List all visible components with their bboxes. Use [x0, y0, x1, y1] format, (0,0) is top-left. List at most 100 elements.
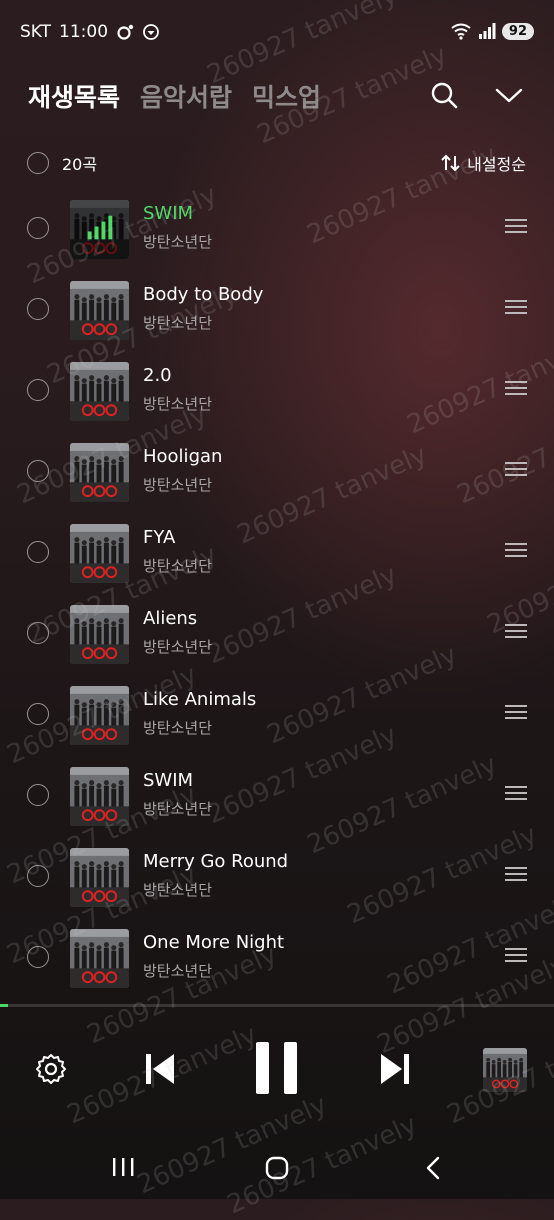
track-title: Aliens	[143, 608, 198, 629]
album-art	[70, 200, 129, 259]
album-art-image	[70, 362, 129, 421]
now-playing-album-art[interactable]	[483, 1048, 527, 1092]
drag-handle-icon[interactable]	[505, 622, 527, 640]
drag-handle-icon[interactable]	[505, 217, 527, 235]
track-row[interactable]: SWIM 방탄소년단	[0, 188, 554, 269]
track-row[interactable]: FYA 방탄소년단	[0, 512, 554, 593]
track-artist: 방탄소년단	[143, 638, 213, 656]
drag-handle-icon[interactable]	[505, 865, 527, 883]
album-art-image	[70, 443, 129, 502]
system-nav-bar	[0, 1140, 554, 1195]
track-row[interactable]: Aliens 방탄소년단	[0, 593, 554, 674]
album-art	[70, 686, 129, 745]
track-title: FYA	[143, 527, 176, 548]
track-title: Merry Go Round	[143, 851, 289, 872]
track-select-checkbox[interactable]	[27, 865, 49, 887]
notification-icon-2	[143, 24, 159, 40]
sort-button[interactable]: 내설정순	[441, 151, 526, 175]
track-row[interactable]: Body to Body 방탄소년단	[0, 269, 554, 350]
track-select-checkbox[interactable]	[27, 298, 49, 320]
album-art	[70, 767, 129, 826]
album-art	[70, 443, 129, 502]
tab-bar: 재생목록 음악서랍 믹스업	[28, 78, 321, 114]
track-title: Body to Body	[143, 284, 264, 305]
track-artist: 방탄소년단	[143, 962, 213, 980]
home-icon[interactable]	[264, 1155, 290, 1181]
album-art-image	[483, 1048, 527, 1092]
back-icon[interactable]	[422, 1155, 444, 1181]
album-art-image	[70, 848, 129, 907]
track-title: 2.0	[143, 365, 172, 386]
clock: 11:00	[59, 22, 109, 42]
drag-handle-icon[interactable]	[505, 298, 527, 316]
tab-mixup[interactable]: 믹스업	[252, 78, 321, 114]
drag-handle-icon[interactable]	[505, 541, 527, 559]
track-title: SWIM	[143, 770, 194, 791]
sort-label: 내설정순	[467, 155, 526, 174]
track-select-checkbox[interactable]	[27, 217, 49, 239]
drag-handle-icon[interactable]	[505, 946, 527, 964]
notification-icon	[117, 24, 134, 40]
player-controls	[0, 1030, 554, 1110]
track-artist: 방탄소년단	[143, 881, 213, 899]
settings-gear-icon[interactable]	[34, 1052, 68, 1086]
track-row[interactable]: Merry Go Round 방탄소년단	[0, 836, 554, 917]
track-artist: 방탄소년단	[143, 800, 213, 818]
drag-handle-icon[interactable]	[505, 784, 527, 802]
track-artist: 방탄소년단	[143, 719, 213, 737]
album-art-image	[70, 605, 129, 664]
track-artist: 방탄소년단	[143, 557, 213, 575]
signal-icon	[478, 23, 496, 39]
playback-progress-bar[interactable]	[0, 1004, 554, 1007]
track-select-checkbox[interactable]	[27, 379, 49, 401]
track-title: Like Animals	[143, 689, 257, 710]
track-artist: 방탄소년단	[143, 476, 213, 494]
album-art-image	[70, 686, 129, 745]
chevron-down-icon[interactable]	[494, 80, 524, 110]
drag-handle-icon[interactable]	[505, 460, 527, 478]
album-art	[70, 281, 129, 340]
track-title: SWIM	[143, 203, 194, 224]
track-artist: 방탄소년단	[143, 233, 213, 251]
album-art	[70, 362, 129, 421]
track-select-checkbox[interactable]	[27, 703, 49, 725]
track-select-checkbox[interactable]	[27, 946, 49, 968]
carrier: SKT	[20, 22, 52, 42]
track-row[interactable]: SWIM 방탄소년단	[0, 755, 554, 836]
track-select-checkbox[interactable]	[27, 541, 49, 563]
track-select-checkbox[interactable]	[27, 460, 49, 482]
previous-track-icon[interactable]	[143, 1050, 177, 1088]
track-row[interactable]: Hooligan 방탄소년단	[0, 431, 554, 512]
next-track-icon[interactable]	[378, 1050, 412, 1088]
track-count: 20곡	[62, 155, 98, 174]
album-art-image	[70, 200, 129, 259]
track-select-checkbox[interactable]	[27, 784, 49, 806]
drag-handle-icon[interactable]	[505, 379, 527, 397]
tab-music-drawer[interactable]: 음악서랍	[140, 78, 232, 114]
track-artist: 방탄소년단	[143, 395, 213, 413]
playback-progress-fill	[0, 1004, 9, 1007]
sort-icon	[441, 154, 460, 172]
album-art-image	[70, 929, 129, 988]
album-art	[70, 605, 129, 664]
tab-playlist[interactable]: 재생목록	[28, 78, 120, 114]
album-art-image	[70, 524, 129, 583]
track-row[interactable]: 2.0 방탄소년단	[0, 350, 554, 431]
select-all-checkbox[interactable]	[27, 152, 49, 174]
track-title: One More Night	[143, 932, 285, 953]
track-row[interactable]: One More Night 방탄소년단	[0, 917, 554, 998]
album-art-image	[70, 281, 129, 340]
battery-indicator: 92	[501, 22, 534, 40]
wifi-icon	[451, 23, 471, 40]
recent-apps-icon[interactable]	[110, 1156, 136, 1178]
status-bar: SKT 11:00 92	[0, 0, 554, 66]
track-title: Hooligan	[143, 446, 223, 467]
track-artist: 방탄소년단	[143, 314, 213, 332]
drag-handle-icon[interactable]	[505, 703, 527, 721]
track-row[interactable]: Like Animals 방탄소년단	[0, 674, 554, 755]
track-select-checkbox[interactable]	[27, 622, 49, 644]
search-icon[interactable]	[429, 80, 459, 110]
album-art	[70, 929, 129, 988]
pause-icon[interactable]	[254, 1040, 300, 1096]
album-art	[70, 848, 129, 907]
